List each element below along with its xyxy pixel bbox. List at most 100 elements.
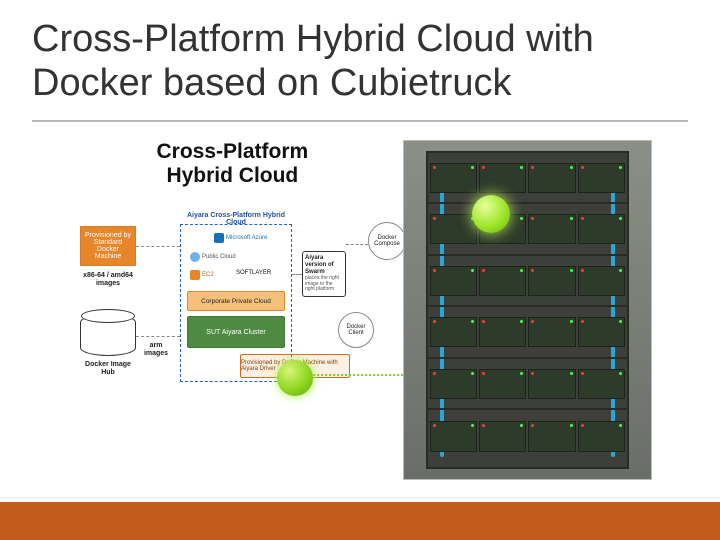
softlayer-label: SOFTLAYER	[236, 270, 271, 276]
led-red	[433, 166, 436, 169]
dash-connector	[346, 244, 368, 245]
led-red	[482, 424, 485, 427]
led-green	[619, 166, 622, 169]
corporate-label: Corporate Private Cloud	[201, 298, 271, 305]
led-red	[531, 320, 534, 323]
label-x86: x86-64 / amd64 images	[80, 272, 136, 287]
diagram-heading-line1: Cross-Platform	[157, 140, 309, 163]
rack-inner	[426, 151, 629, 469]
rack-board	[479, 317, 526, 347]
led-red	[581, 166, 584, 169]
led-red	[433, 320, 436, 323]
rack-board	[578, 317, 625, 347]
led-red	[531, 166, 534, 169]
led-red	[482, 372, 485, 375]
docker-machine-label: Provisioned by Standard Docker Machine	[83, 232, 133, 260]
diagram-body: Provisioned by Standard Docker Machine x…	[80, 196, 385, 466]
led-red	[581, 424, 584, 427]
rack-shelf	[428, 359, 627, 410]
rack-shelf	[428, 204, 627, 255]
dash-connector	[292, 274, 302, 275]
led-green	[619, 320, 622, 323]
rack-board	[578, 266, 625, 296]
led-green	[619, 424, 622, 427]
rack-board	[479, 369, 526, 399]
led-red	[482, 269, 485, 272]
rack-board	[578, 421, 625, 452]
item-ec2: EC2	[187, 269, 217, 281]
diagram: Cross-Platform Hybrid Cloud Provisioned …	[80, 140, 385, 480]
rack-board	[528, 163, 575, 193]
ec2-icon	[190, 270, 200, 280]
rack-board	[578, 369, 625, 399]
led-red	[531, 372, 534, 375]
rack-board	[430, 163, 477, 193]
led-red	[482, 320, 485, 323]
diagram-heading: Cross-Platform Hybrid Cloud	[80, 140, 385, 188]
rack-board	[430, 369, 477, 399]
rack-board	[528, 266, 575, 296]
rack-board	[528, 421, 575, 452]
azure-icon	[214, 233, 224, 243]
azure-label: Microsoft Azure	[226, 235, 267, 241]
led-red	[531, 217, 534, 220]
swarm-title: Aiyara version of Swarm	[305, 255, 343, 276]
led-green	[471, 217, 474, 220]
led-green	[520, 269, 523, 272]
rack-board	[528, 369, 575, 399]
rack-board	[479, 266, 526, 296]
dash-connector	[136, 246, 180, 247]
title-underline	[32, 120, 688, 122]
led-green	[520, 372, 523, 375]
rack-shelf	[428, 307, 627, 358]
led-green	[570, 166, 573, 169]
green-highlight-dot	[277, 360, 313, 396]
led-red	[581, 372, 584, 375]
rack-board	[578, 163, 625, 193]
rack-board	[528, 317, 575, 347]
label-image-hub: Docker Image Hub	[80, 361, 136, 376]
led-red	[433, 269, 436, 272]
rack-shelf	[428, 410, 627, 461]
compose-label: Docker Compose	[369, 235, 405, 248]
led-green	[619, 372, 622, 375]
led-green	[471, 320, 474, 323]
led-green	[471, 269, 474, 272]
rack-board	[479, 421, 526, 452]
item-azure: Microsoft Azure	[211, 232, 270, 244]
led-green	[570, 320, 573, 323]
content-area: Cross-Platform Hybrid Cloud Provisioned …	[80, 140, 652, 480]
led-red	[581, 269, 584, 272]
box-corporate-cloud: Corporate Private Cloud	[187, 291, 285, 311]
cylinder-image-hub	[80, 314, 136, 356]
rack-photo	[403, 140, 652, 480]
footer-bar	[0, 502, 720, 540]
led-red	[433, 372, 436, 375]
slide-title: Cross-Platform Hybrid Cloud with Docker …	[32, 18, 688, 105]
rack-board	[430, 266, 477, 296]
rack-board	[430, 317, 477, 347]
led-green	[471, 424, 474, 427]
sut-label: SUT Aiyara Cluster	[206, 329, 265, 336]
circle-docker-compose: Docker Compose	[368, 222, 406, 260]
led-green	[570, 269, 573, 272]
box-aiyara-swarm: Aiyara version of Swarm places the right…	[302, 251, 346, 297]
rack-frame	[403, 140, 652, 480]
label-arm-images: arm images	[138, 342, 174, 357]
led-green	[619, 269, 622, 272]
led-green	[570, 424, 573, 427]
led-green	[520, 166, 523, 169]
led-red	[581, 320, 584, 323]
dash-connector	[136, 336, 180, 337]
led-green	[471, 372, 474, 375]
public-cloud-label: Public Cloud	[202, 254, 236, 260]
item-public-cloud: Public Cloud	[187, 251, 239, 263]
led-red	[531, 424, 534, 427]
led-red	[433, 217, 436, 220]
rack-board	[479, 163, 526, 193]
rack-board	[528, 214, 575, 244]
rack-board	[578, 214, 625, 244]
led-red	[482, 166, 485, 169]
rack-board	[479, 214, 526, 244]
led-green	[471, 166, 474, 169]
